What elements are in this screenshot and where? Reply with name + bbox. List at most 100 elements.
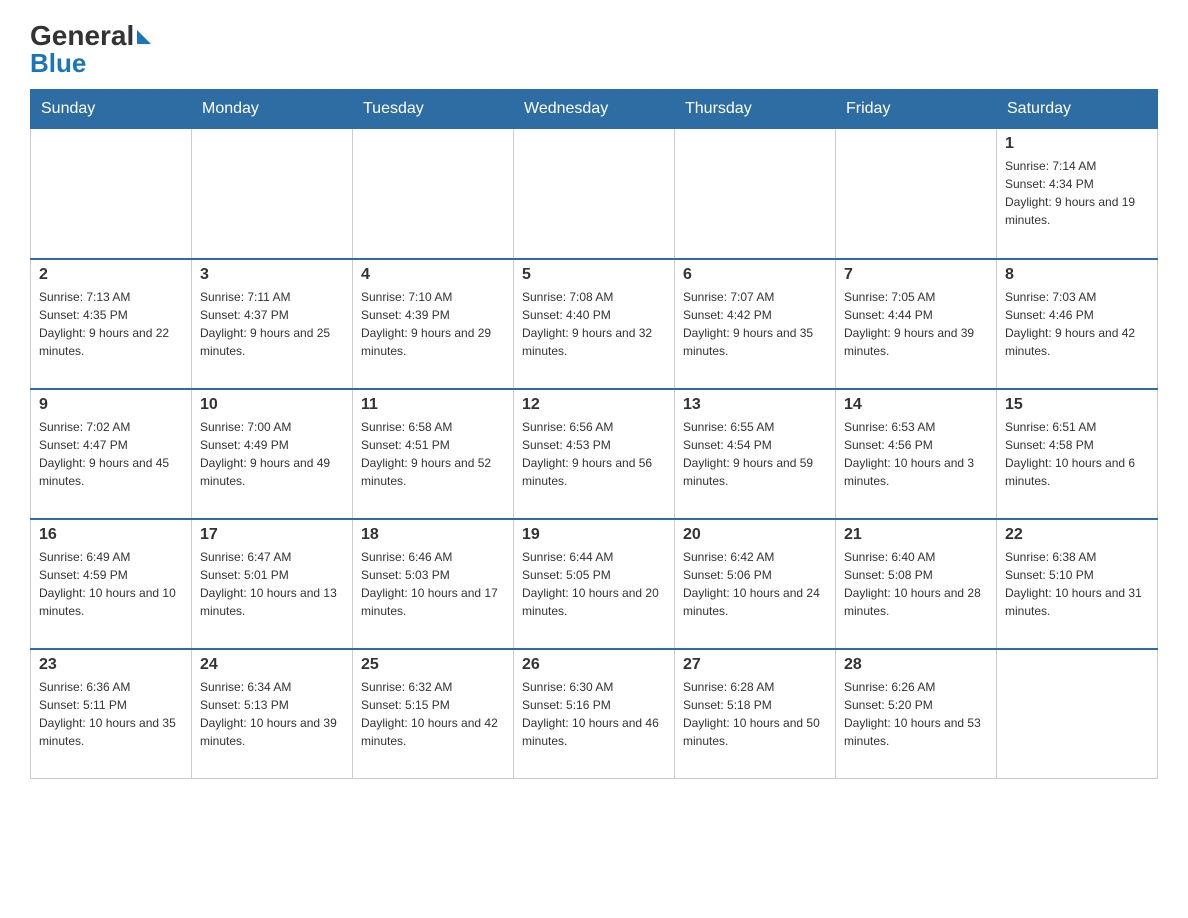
day-info: Sunrise: 6:47 AM Sunset: 5:01 PM Dayligh… — [200, 548, 344, 620]
calendar-cell: 22 Sunrise: 6:38 AM Sunset: 5:10 PM Dayli… — [997, 519, 1158, 649]
day-info: Sunrise: 6:30 AM Sunset: 5:16 PM Dayligh… — [522, 678, 666, 750]
day-number: 18 — [361, 526, 505, 544]
day-number: 6 — [683, 266, 827, 284]
calendar-cell: 21 Sunrise: 6:40 AM Sunset: 5:08 PM Dayli… — [836, 519, 997, 649]
day-info: Sunrise: 6:40 AM Sunset: 5:08 PM Dayligh… — [844, 548, 988, 620]
day-number: 16 — [39, 526, 183, 544]
calendar-cell: 3 Sunrise: 7:11 AM Sunset: 4:37 PM Daylig… — [192, 259, 353, 389]
weekday-header-saturday: Saturday — [997, 90, 1158, 129]
day-info: Sunrise: 7:13 AM Sunset: 4:35 PM Dayligh… — [39, 288, 183, 360]
day-number: 10 — [200, 396, 344, 414]
calendar-cell: 25 Sunrise: 6:32 AM Sunset: 5:15 PM Dayli… — [353, 649, 514, 779]
day-info: Sunrise: 6:36 AM Sunset: 5:11 PM Dayligh… — [39, 678, 183, 750]
calendar-cell: 4 Sunrise: 7:10 AM Sunset: 4:39 PM Daylig… — [353, 259, 514, 389]
day-info: Sunrise: 7:07 AM Sunset: 4:42 PM Dayligh… — [683, 288, 827, 360]
day-number: 28 — [844, 656, 988, 674]
calendar-cell: 24 Sunrise: 6:34 AM Sunset: 5:13 PM Dayli… — [192, 649, 353, 779]
calendar-cell: 16 Sunrise: 6:49 AM Sunset: 4:59 PM Dayli… — [31, 519, 192, 649]
day-info: Sunrise: 6:26 AM Sunset: 5:20 PM Dayligh… — [844, 678, 988, 750]
calendar-cell: 6 Sunrise: 7:07 AM Sunset: 4:42 PM Daylig… — [675, 259, 836, 389]
calendar-cell: 28 Sunrise: 6:26 AM Sunset: 5:20 PM Dayli… — [836, 649, 997, 779]
calendar-cell: 13Sunrise: 6:55 AM Sunset: 4:54 PM Dayli… — [675, 389, 836, 519]
logo-blue-label: Blue — [30, 48, 86, 79]
day-number: 20 — [683, 526, 827, 544]
day-info: Sunrise: 7:00 AM Sunset: 4:49 PM Dayligh… — [200, 418, 344, 490]
day-number: 12 — [522, 396, 666, 414]
calendar-cell: 14Sunrise: 6:53 AM Sunset: 4:56 PM Dayli… — [836, 389, 997, 519]
calendar-cell: 23 Sunrise: 6:36 AM Sunset: 5:11 PM Dayli… — [31, 649, 192, 779]
day-info: Sunrise: 6:56 AM Sunset: 4:53 PM Dayligh… — [522, 418, 666, 490]
page-header: General Blue — [30, 20, 1158, 79]
day-number: 9 — [39, 396, 183, 414]
calendar-cell — [31, 129, 192, 259]
calendar-cell: 1 Sunrise: 7:14 AM Sunset: 4:34 PM Daylig… — [997, 129, 1158, 259]
day-number: 3 — [200, 266, 344, 284]
day-info: Sunrise: 6:38 AM Sunset: 5:10 PM Dayligh… — [1005, 548, 1149, 620]
calendar-week-row: 9 Sunrise: 7:02 AM Sunset: 4:47 PM Daylig… — [31, 389, 1158, 519]
day-info: Sunrise: 6:42 AM Sunset: 5:06 PM Dayligh… — [683, 548, 827, 620]
calendar-week-row: 2 Sunrise: 7:13 AM Sunset: 4:35 PM Daylig… — [31, 259, 1158, 389]
calendar-cell: 18 Sunrise: 6:46 AM Sunset: 5:03 PM Dayli… — [353, 519, 514, 649]
calendar-cell — [836, 129, 997, 259]
day-info: Sunrise: 7:10 AM Sunset: 4:39 PM Dayligh… — [361, 288, 505, 360]
day-number: 19 — [522, 526, 666, 544]
calendar-table: SundayMondayTuesdayWednesdayThursdayFrid… — [30, 89, 1158, 779]
day-info: Sunrise: 6:58 AM Sunset: 4:51 PM Dayligh… — [361, 418, 505, 490]
day-number: 24 — [200, 656, 344, 674]
calendar-cell: 20 Sunrise: 6:42 AM Sunset: 5:06 PM Dayli… — [675, 519, 836, 649]
day-info: Sunrise: 6:32 AM Sunset: 5:15 PM Dayligh… — [361, 678, 505, 750]
day-info: Sunrise: 6:46 AM Sunset: 5:03 PM Dayligh… — [361, 548, 505, 620]
day-number: 7 — [844, 266, 988, 284]
day-info: Sunrise: 7:05 AM Sunset: 4:44 PM Dayligh… — [844, 288, 988, 360]
calendar-cell: 2 Sunrise: 7:13 AM Sunset: 4:35 PM Daylig… — [31, 259, 192, 389]
day-info: Sunrise: 7:14 AM Sunset: 4:34 PM Dayligh… — [1005, 157, 1149, 229]
calendar-cell — [192, 129, 353, 259]
calendar-cell — [675, 129, 836, 259]
weekday-header-friday: Friday — [836, 90, 997, 129]
calendar-cell — [514, 129, 675, 259]
day-number: 15 — [1005, 396, 1149, 414]
day-number: 27 — [683, 656, 827, 674]
calendar-week-row: 23 Sunrise: 6:36 AM Sunset: 5:11 PM Dayli… — [31, 649, 1158, 779]
calendar-week-row: 1 Sunrise: 7:14 AM Sunset: 4:34 PM Daylig… — [31, 129, 1158, 259]
day-number: 1 — [1005, 135, 1149, 153]
day-number: 26 — [522, 656, 666, 674]
day-info: Sunrise: 6:44 AM Sunset: 5:05 PM Dayligh… — [522, 548, 666, 620]
calendar-cell: 17 Sunrise: 6:47 AM Sunset: 5:01 PM Dayli… — [192, 519, 353, 649]
day-info: Sunrise: 7:11 AM Sunset: 4:37 PM Dayligh… — [200, 288, 344, 360]
weekday-header-sunday: Sunday — [31, 90, 192, 129]
day-info: Sunrise: 7:08 AM Sunset: 4:40 PM Dayligh… — [522, 288, 666, 360]
calendar-cell — [997, 649, 1158, 779]
weekday-header-thursday: Thursday — [675, 90, 836, 129]
day-number: 13 — [683, 396, 827, 414]
calendar-header-row: SundayMondayTuesdayWednesdayThursdayFrid… — [31, 90, 1158, 129]
calendar-cell: 10 Sunrise: 7:00 AM Sunset: 4:49 PM Dayli… — [192, 389, 353, 519]
weekday-header-tuesday: Tuesday — [353, 90, 514, 129]
day-info: Sunrise: 6:53 AM Sunset: 4:56 PM Dayligh… — [844, 418, 988, 490]
day-info: Sunrise: 7:02 AM Sunset: 4:47 PM Dayligh… — [39, 418, 183, 490]
day-number: 21 — [844, 526, 988, 544]
calendar-cell: 27Sunrise: 6:28 AM Sunset: 5:18 PM Dayli… — [675, 649, 836, 779]
weekday-header-monday: Monday — [192, 90, 353, 129]
weekday-header-wednesday: Wednesday — [514, 90, 675, 129]
calendar-cell: 9 Sunrise: 7:02 AM Sunset: 4:47 PM Daylig… — [31, 389, 192, 519]
calendar-cell — [353, 129, 514, 259]
calendar-cell: 19 Sunrise: 6:44 AM Sunset: 5:05 PM Dayli… — [514, 519, 675, 649]
day-info: Sunrise: 6:49 AM Sunset: 4:59 PM Dayligh… — [39, 548, 183, 620]
day-number: 17 — [200, 526, 344, 544]
day-info: Sunrise: 6:34 AM Sunset: 5:13 PM Dayligh… — [200, 678, 344, 750]
calendar-cell: 11 Sunrise: 6:58 AM Sunset: 4:51 PM Dayli… — [353, 389, 514, 519]
calendar-cell: 26 Sunrise: 6:30 AM Sunset: 5:16 PM Dayli… — [514, 649, 675, 779]
day-number: 2 — [39, 266, 183, 284]
calendar-cell: 12 Sunrise: 6:56 AM Sunset: 4:53 PM Dayli… — [514, 389, 675, 519]
logo-arrow-icon — [137, 30, 151, 44]
day-number: 22 — [1005, 526, 1149, 544]
day-number: 5 — [522, 266, 666, 284]
day-number: 23 — [39, 656, 183, 674]
logo: General Blue — [30, 20, 151, 79]
day-number: 25 — [361, 656, 505, 674]
calendar-cell: 8Sunrise: 7:03 AM Sunset: 4:46 PM Daylig… — [997, 259, 1158, 389]
day-number: 11 — [361, 396, 505, 414]
day-number: 4 — [361, 266, 505, 284]
calendar-cell: 15Sunrise: 6:51 AM Sunset: 4:58 PM Dayli… — [997, 389, 1158, 519]
